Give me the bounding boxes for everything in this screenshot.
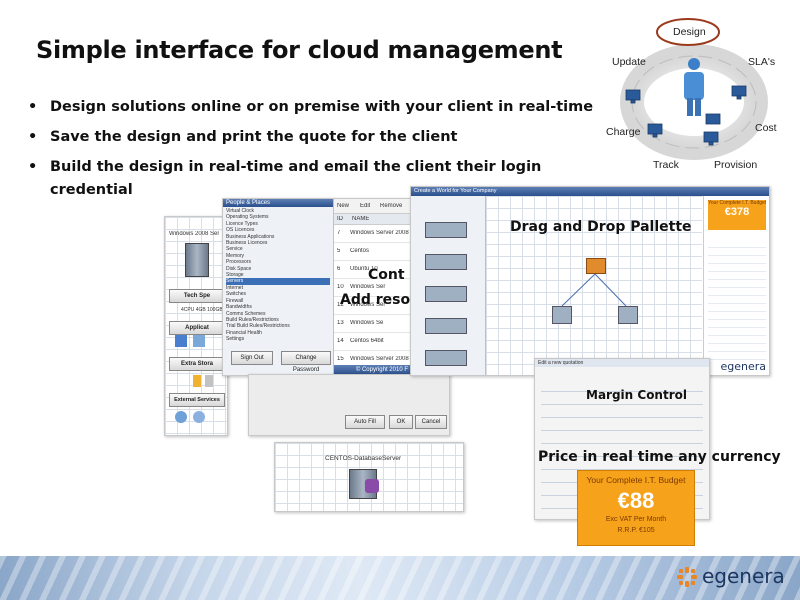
cycle-label-cost: Cost — [755, 122, 777, 134]
egenera-brand-small: egenera — [720, 360, 766, 373]
ok-button[interactable]: OK — [389, 415, 413, 429]
tech-spec-tab[interactable]: Tech Spe — [169, 289, 225, 303]
summary-lines — [708, 240, 766, 360]
row-id: 6 — [337, 266, 341, 272]
cycle-label-provision: Provision — [714, 159, 758, 171]
column-id: ID — [337, 216, 343, 222]
new-button[interactable]: New — [337, 203, 349, 209]
server-card: CENTOS-DatabaseServer — [274, 442, 464, 512]
table-row[interactable]: 7 Windows Server 2008 R2 - 32bit — [334, 225, 411, 243]
tree-pane: People & Places Virtual Clock Operating S… — [223, 199, 334, 375]
cycle-label-track: Track — [653, 159, 679, 171]
row-id: 14 — [337, 338, 344, 344]
budget-card-vat: Exc VAT Per Month — [605, 516, 667, 523]
palette-item[interactable] — [425, 350, 467, 366]
cycle-label-charge: Charge — [606, 126, 641, 138]
cancel-button[interactable]: Cancel — [415, 415, 447, 429]
edit-button[interactable]: Edit — [360, 203, 370, 209]
table-row[interactable]: 14 Centos 64bit — [334, 333, 411, 351]
budget-card: Your Complete I.T. Budget €88 Exc VAT Pe… — [577, 470, 695, 546]
egenera-logo-icon — [676, 566, 698, 588]
server-icon — [185, 243, 209, 277]
storage-icon — [193, 375, 201, 387]
slide-title: Simple interface for cloud management — [36, 36, 563, 64]
list-pane: New Edit Remove ID NAME 7 Windows Server … — [334, 199, 411, 375]
margin-window-title: Edit a new quotation — [535, 359, 709, 367]
row-name: Windows Server 2008 R2 Web — [350, 356, 410, 362]
table-row[interactable]: 13 Windows Se — [334, 315, 411, 333]
palette-item[interactable] — [425, 222, 467, 238]
row-id: 15 — [337, 356, 344, 362]
summary-pane: Your Complete I.T. Budget €378 egenera — [703, 196, 769, 375]
auto-fill-button[interactable]: Auto Fill — [345, 415, 385, 429]
drag-drop-label: Drag and Drop Pallette — [510, 219, 692, 235]
remove-button[interactable]: Remove — [380, 203, 402, 209]
row-name: Windows Ser — [350, 284, 386, 290]
row-id: 10 — [337, 284, 344, 290]
service-icon — [175, 411, 187, 423]
row-name: Centos 64bit — [350, 338, 384, 344]
budget-card-amount: €88 — [617, 488, 655, 513]
contact-label: Cont — [368, 267, 405, 283]
palette-item[interactable] — [425, 318, 467, 334]
add-resources-label: Add reso — [340, 292, 411, 308]
designer-title: Create a World for Your Company — [411, 187, 769, 196]
designer-window: Create a World for Your Company Your Com… — [410, 186, 770, 376]
person-head — [688, 58, 700, 70]
row-id: 13 — [337, 320, 344, 326]
budget-mini: Your Complete I.T. Budget €378 — [708, 200, 766, 230]
margin-control-label: Margin Control — [586, 388, 687, 402]
table-row[interactable]: 5 Centos — [334, 243, 411, 261]
cycle-label-update: Update — [612, 56, 646, 68]
spec-values: 4CPU 4GB 100GB — [181, 307, 223, 313]
egenera-logo-text: egenera — [702, 564, 785, 588]
bullet-item: Save the design and print the quote for … — [28, 126, 608, 149]
budget-card-title: Your Complete I.T. Budget — [586, 475, 686, 485]
row-id: 7 — [337, 230, 341, 236]
budget-mini-amount: €378 — [724, 206, 750, 218]
tree-item[interactable]: Settings — [226, 336, 330, 342]
admin-window: People & Places Virtual Clock Operating S… — [222, 198, 412, 376]
change-password-button[interactable]: Change Password — [281, 351, 331, 373]
storage-icon — [205, 375, 213, 387]
cycle-label-slas: SLA's — [748, 56, 776, 68]
row-name: Centos — [350, 248, 370, 254]
server-node[interactable] — [618, 306, 638, 324]
app-icon — [175, 335, 187, 347]
bullet-item: Design solutions online or on premise wi… — [28, 96, 608, 119]
external-services-tab[interactable]: External Services — [169, 393, 225, 407]
column-name: NAME — [352, 216, 370, 222]
extra-storage-tab[interactable]: Extra Stora — [169, 357, 225, 371]
row-name: Windows Server 2008 R2 - 32bit — [350, 230, 410, 236]
list-header: ID NAME — [334, 214, 411, 225]
price-realtime-label: Price in real time any currency — [538, 449, 781, 465]
row-id: 5 — [337, 248, 341, 254]
sign-out-button[interactable]: Sign Out — [231, 351, 273, 365]
cycle-label-design: Design — [673, 26, 706, 38]
server-config-window: Windows 2008 Ser Tech Spe 4CPU 4GB 100GB… — [164, 216, 228, 436]
app-icon — [193, 335, 205, 347]
server-name-label: Windows 2008 Ser — [169, 231, 220, 237]
lifecycle-diagram: Design SLA's Cost Provision Track Charge… — [598, 12, 794, 182]
row-name: Windows Se — [350, 320, 384, 326]
applications-tab[interactable]: Applicat — [169, 321, 225, 335]
list-toolbar: New Edit Remove — [334, 199, 411, 214]
tree-header: People & Places — [223, 199, 333, 207]
component-palette — [411, 196, 486, 375]
palette-item[interactable] — [425, 286, 467, 302]
database-icon — [365, 479, 379, 493]
autofill-dialog: Auto Fill OK Cancel — [248, 374, 450, 436]
server-card-name: CENTOS-DatabaseServer — [325, 455, 402, 462]
footer-band: egenera — [0, 556, 800, 600]
service-icon — [193, 411, 205, 423]
palette-item[interactable] — [425, 254, 467, 270]
budget-card-rrp: R.R.P. €105 — [617, 527, 655, 534]
server-node[interactable] — [552, 306, 572, 324]
